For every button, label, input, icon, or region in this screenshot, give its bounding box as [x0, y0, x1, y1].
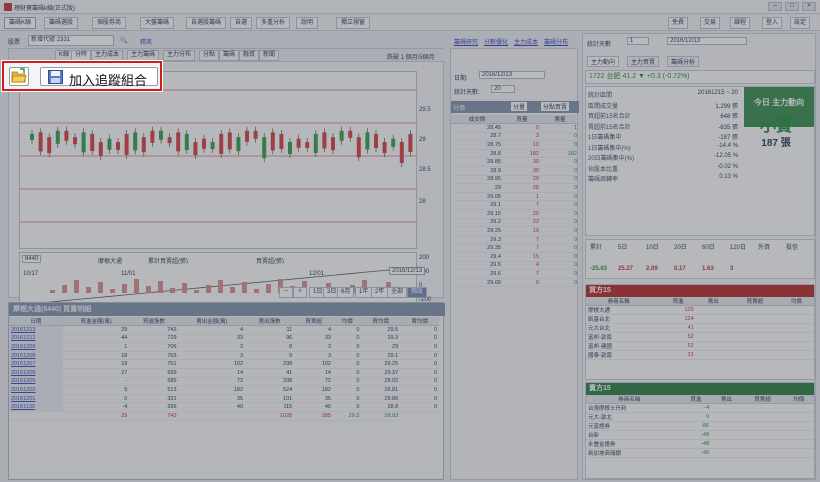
add-to-watchlist-label: 加入追蹤組合 — [69, 73, 148, 88]
app-window: 理財寶籌碼k線(正式版) – □ × 籌碼K線 籌碼選股 個股券商 大盤籌碼 自… — [0, 0, 820, 482]
save-disk-icon — [48, 70, 63, 84]
open-folder-button[interactable] — [9, 67, 29, 86]
watchlist-popup: 加入追蹤組合 — [2, 61, 162, 91]
add-to-watchlist-button[interactable]: 加入追蹤組合 — [40, 67, 158, 88]
folder-icon — [11, 68, 27, 83]
